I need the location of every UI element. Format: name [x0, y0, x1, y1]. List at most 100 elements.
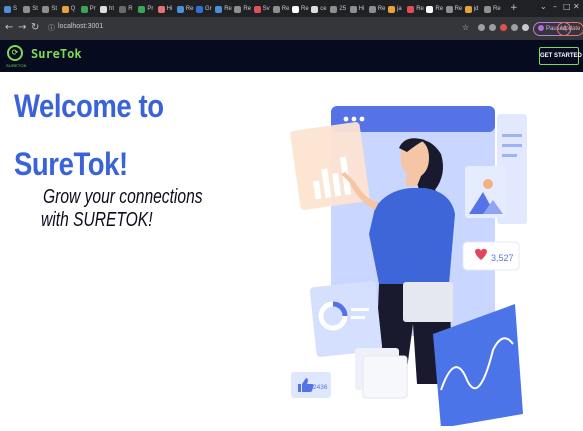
logo-caption: SURETOK: [6, 63, 27, 68]
tab-favicon-icon: [292, 5, 299, 13]
browser-tab[interactable]: ja: [388, 3, 408, 15]
browser-tab[interactable]: Re: [176, 3, 197, 15]
get-started-button[interactable]: GET STARTED: [539, 47, 582, 65]
tab-label: Re: [377, 6, 386, 12]
tab-favicon-icon: [368, 5, 376, 13]
tab-label: Re: [185, 6, 194, 12]
tab-favicon-icon: [61, 5, 69, 13]
close-window-icon[interactable]: ✕: [573, 2, 580, 11]
tab-favicon-icon: [23, 5, 31, 13]
tab-label: Hi: [358, 6, 365, 12]
tab-label: Re: [224, 6, 232, 12]
bar-chart-card-icon: [290, 122, 370, 210]
tab-favicon-icon: [407, 5, 415, 13]
new-tab-button[interactable]: +: [510, 3, 518, 13]
extension-icon[interactable]: [478, 24, 485, 31]
hero-heading-line2: SureTok!: [14, 146, 128, 182]
hero-illustration: 3,527 2436: [290, 106, 527, 426]
forward-icon[interactable]: →: [18, 22, 26, 33]
browser-tab[interactable]: St: [42, 3, 62, 15]
logo-mark-icon: ⟳: [11, 48, 19, 57]
tab-favicon-icon: [349, 5, 357, 13]
address-bar-url[interactable]: localhost:3001: [58, 23, 103, 30]
tab-label: Re: [493, 6, 501, 12]
tab-favicon-icon: [157, 5, 165, 13]
tab-favicon-icon: [80, 5, 88, 13]
minimize-icon[interactable]: –: [553, 2, 557, 11]
browser-tab[interactable]: Re: [215, 3, 235, 15]
tab-label: Re: [435, 6, 444, 12]
extension-icon[interactable]: [489, 24, 496, 31]
browser-tab[interactable]: Pr: [80, 3, 101, 15]
browser-tab[interactable]: Gr: [196, 3, 216, 15]
tab-favicon-icon: [272, 5, 280, 13]
reload-icon[interactable]: ↻: [31, 22, 39, 33]
tab-label: R: [128, 6, 133, 12]
browser-tab[interactable]: Sv: [253, 3, 274, 15]
browser-tab[interactable]: 25: [330, 3, 350, 15]
browser-tab[interactable]: Re: [426, 3, 446, 15]
browser-tab[interactable]: Re: [234, 3, 254, 15]
extension-icon[interactable]: [511, 24, 518, 31]
browser-tab[interactable]: S: [4, 3, 24, 15]
hero-tagline-line2: with SURETOK!: [41, 209, 153, 231]
tab-favicon-icon: [4, 5, 11, 13]
browser-tab[interactable]: Pr: [138, 3, 158, 15]
tab-label: ja: [397, 6, 402, 12]
sidepanel-icon[interactable]: [522, 24, 529, 31]
pie-chart-card-icon: [309, 281, 383, 357]
bookmark-icon[interactable]: ☆: [462, 23, 469, 32]
browser-tab[interactable]: jd: [464, 3, 485, 15]
site-info-icon[interactable]: ⓘ: [48, 23, 55, 33]
browser-tab[interactable]: Re: [484, 3, 504, 15]
image-card-icon: [465, 166, 505, 218]
tab-label: St: [51, 6, 58, 12]
back-icon[interactable]: ←: [5, 22, 13, 33]
browser-tab[interactable]: ht: [100, 3, 120, 15]
hero-heading-line1: Welcome to: [14, 88, 164, 124]
browser-tab[interactable]: Re: [368, 3, 389, 15]
tab-favicon-icon: [215, 5, 223, 13]
browser-toolbar: ← → ↻ ⓘ localhost:3001 ☆ Paused Update: [0, 17, 583, 40]
browser-tab[interactable]: Q: [61, 3, 82, 15]
update-label: Update: [561, 26, 581, 32]
laptop-icon: [403, 282, 453, 322]
browser-tab[interactable]: Re: [407, 3, 427, 15]
brand-name[interactable]: SureTok: [31, 47, 82, 61]
tab-favicon-icon: [42, 5, 50, 13]
browser-tab[interactable]: Re: [292, 3, 312, 15]
suretok-logo[interactable]: ⟳: [7, 45, 23, 61]
tab-favicon-icon: [100, 5, 107, 13]
tab-label: Re: [416, 6, 424, 12]
browser-tab[interactable]: Hi: [157, 3, 178, 15]
tab-favicon-icon: [196, 5, 203, 13]
tab-label: Q: [70, 6, 76, 12]
tab-favicon-icon: [234, 5, 242, 13]
browser-tab[interactable]: Re: [445, 3, 466, 15]
tab-label: S: [13, 6, 18, 12]
browser-tab[interactable]: ce: [311, 3, 331, 15]
tab-favicon-icon: [176, 5, 184, 13]
tab-label: Gr: [205, 6, 212, 12]
tab-search-icon[interactable]: ⌄: [540, 2, 547, 11]
tab-label: ce: [320, 6, 327, 12]
browser-tab[interactable]: St: [23, 3, 43, 15]
tab-label: 25: [339, 6, 347, 12]
update-button[interactable]: Update: [557, 22, 583, 36]
tab-label: Re: [301, 6, 309, 12]
tab-label: Sv: [262, 6, 270, 12]
tab-label: ht: [109, 6, 115, 12]
maximize-icon[interactable]: □: [563, 2, 571, 11]
browser-tab[interactable]: R: [119, 3, 139, 15]
browser-tab[interactable]: Hi: [349, 3, 370, 15]
tab-label: St: [32, 6, 38, 12]
tab-label: Pr: [89, 6, 96, 12]
extension-icon[interactable]: [500, 24, 507, 31]
tab-favicon-icon: [464, 5, 472, 13]
browser-tab[interactable]: Re: [272, 3, 293, 15]
tab-favicon-icon: [426, 5, 434, 13]
stack-card: [362, 355, 408, 399]
tab-favicon-icon: [119, 5, 127, 13]
tab-favicon-icon: [330, 5, 338, 13]
tab-favicon-icon: [138, 5, 146, 13]
